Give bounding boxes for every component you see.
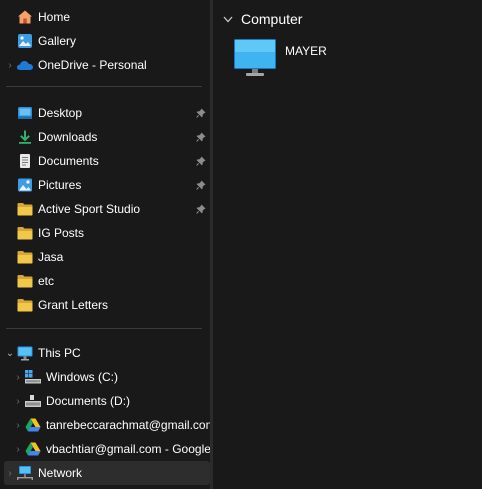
nav-windows-drive[interactable]: › Windows (C:) — [12, 365, 210, 389]
this-pc-icon — [16, 344, 34, 362]
computer-monitor-icon — [233, 38, 277, 81]
nav-desktop-label: Desktop — [38, 106, 83, 120]
chevron-right-icon[interactable]: › — [12, 389, 24, 413]
nav-gallery[interactable]: Gallery — [4, 29, 210, 53]
nav-jasa-label: Jasa — [38, 250, 64, 264]
downloads-icon — [16, 128, 34, 146]
nav-grant-letters[interactable]: Grant Letters — [4, 293, 210, 317]
nav-downloads[interactable]: Downloads — [4, 125, 210, 149]
nav-google-drive-2[interactable]: › vbachtiar@gmail.com - Google Drive — [12, 437, 210, 461]
desktop-folder-icon — [16, 104, 34, 122]
content-pane: Computer MAYER — [213, 0, 482, 489]
folder-icon — [16, 272, 34, 290]
nav-downloads-label: Downloads — [38, 130, 98, 144]
nav-documents-drive[interactable]: › Documents (D:) — [12, 389, 210, 413]
nav-home[interactable]: Home — [4, 5, 210, 29]
nav-this-pc[interactable]: ⌄ This PC — [4, 341, 210, 365]
chevron-right-icon[interactable]: › — [12, 437, 24, 461]
nav-network-label: Network — [38, 466, 83, 480]
network-icon — [16, 464, 34, 482]
folder-icon — [16, 248, 34, 266]
google-drive-icon — [24, 416, 42, 434]
pin-icon[interactable] — [194, 178, 208, 192]
nav-this-pc-label: This PC — [38, 346, 81, 360]
pin-icon[interactable] — [194, 130, 208, 144]
nav-network[interactable]: › Network — [4, 461, 210, 485]
gallery-icon — [16, 32, 34, 50]
nav-gallery-label: Gallery — [38, 34, 77, 48]
computer-item-mayer[interactable]: MAYER — [233, 38, 333, 82]
group-header-computer[interactable]: Computer — [221, 8, 302, 30]
windows-drive-icon — [24, 368, 42, 386]
nav-ig-posts-label: IG Posts — [38, 226, 85, 240]
nav-onedrive[interactable]: › OneDrive - Personal — [4, 53, 210, 77]
pin-icon[interactable] — [194, 202, 208, 216]
navigation-pane: Home Gallery › OneDrive - Personal Deskt… — [0, 0, 210, 489]
folder-icon — [16, 224, 34, 242]
pin-icon[interactable] — [194, 106, 208, 120]
nav-documents-drive-label: Documents (D:) — [46, 394, 131, 408]
nav-google-drive-1[interactable]: › tanrebeccarachmat@gmail.com - Google D… — [12, 413, 210, 437]
pin-icon[interactable] — [194, 154, 208, 168]
nav-windows-drive-label: Windows (C:) — [46, 370, 119, 384]
chevron-down-icon[interactable] — [221, 7, 235, 31]
pictures-icon — [16, 176, 34, 194]
nav-home-label: Home — [38, 10, 71, 24]
section-title: Computer — [241, 11, 303, 27]
nav-ig-posts[interactable]: IG Posts — [4, 221, 210, 245]
folder-icon — [16, 200, 34, 218]
divider — [6, 86, 202, 87]
nav-documents-label: Documents — [38, 154, 99, 168]
nav-pictures[interactable]: Pictures — [4, 173, 210, 197]
nav-pictures-label: Pictures — [38, 178, 82, 192]
documents-icon — [16, 152, 34, 170]
divider — [6, 328, 202, 329]
nav-desktop[interactable]: Desktop — [4, 101, 210, 125]
nav-grant-letters-label: Grant Letters — [38, 298, 109, 312]
chevron-down-icon[interactable]: ⌄ — [4, 341, 16, 365]
chevron-right-icon[interactable]: › — [4, 461, 16, 485]
nav-google-drive-1-label: tanrebeccarachmat@gmail.com - Google Dri… — [46, 418, 210, 432]
drive-icon — [24, 392, 42, 410]
google-drive-icon — [24, 440, 42, 458]
nav-jasa[interactable]: Jasa — [4, 245, 210, 269]
computer-item-label: MAYER — [285, 44, 327, 58]
onedrive-icon — [16, 56, 34, 74]
chevron-right-icon[interactable]: › — [4, 53, 16, 77]
chevron-right-icon[interactable]: › — [12, 365, 24, 389]
nav-documents[interactable]: Documents — [4, 149, 210, 173]
nav-active-sport-studio-label: Active Sport Studio — [38, 202, 141, 216]
nav-active-sport-studio[interactable]: Active Sport Studio — [4, 197, 210, 221]
folder-icon — [16, 296, 34, 314]
nav-google-drive-2-label: vbachtiar@gmail.com - Google Drive — [46, 442, 210, 456]
nav-onedrive-label: OneDrive - Personal — [38, 58, 147, 72]
chevron-right-icon[interactable]: › — [12, 413, 24, 437]
home-icon — [16, 8, 34, 26]
nav-etc-label: etc — [38, 274, 55, 288]
nav-etc[interactable]: etc — [4, 269, 210, 293]
